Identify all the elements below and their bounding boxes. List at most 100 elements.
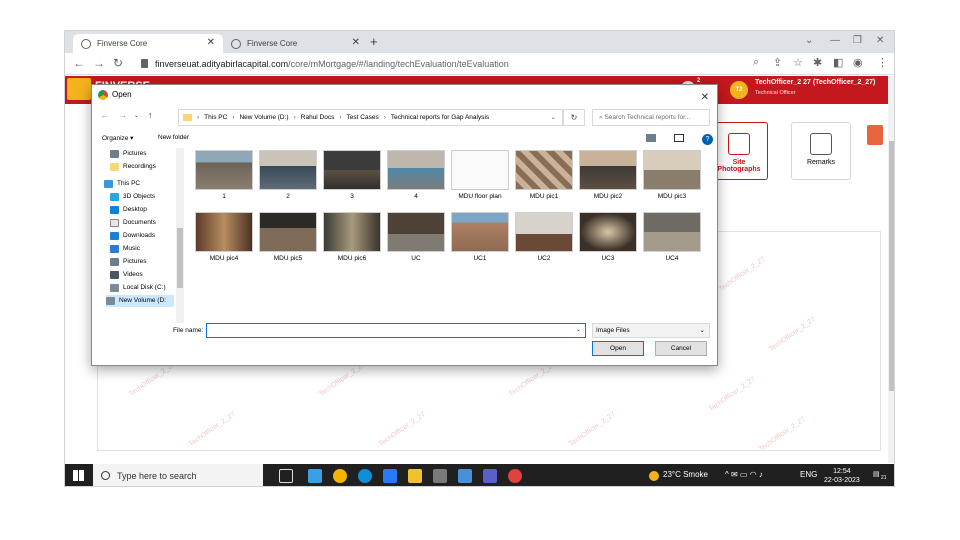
file-item[interactable]: MDU pic2: [576, 150, 640, 200]
back-button[interactable]: ←: [73, 56, 85, 70]
forward-button[interactable]: →: [93, 56, 105, 70]
file-item[interactable]: MDU pic1: [512, 150, 576, 200]
site-photographs-card[interactable]: Site Photographs: [710, 122, 768, 180]
reload-button[interactable]: ↻: [113, 56, 123, 70]
organize-button[interactable]: Organize ▾: [102, 134, 133, 142]
windows-start-icon[interactable]: [73, 470, 84, 481]
restore-button[interactable]: ❐: [853, 35, 862, 46]
cancel-button[interactable]: Cancel: [655, 341, 707, 356]
share-icon[interactable]: ⇪: [773, 56, 782, 69]
profile-icon[interactable]: ◉: [853, 56, 863, 69]
forward-arrow-icon[interactable]: →: [118, 110, 127, 120]
preview-pane-icon[interactable]: [674, 134, 684, 142]
file-item[interactable]: UC2: [512, 212, 576, 262]
file-item[interactable]: UC1: [448, 212, 512, 262]
tree-item-videos[interactable]: Videos: [110, 269, 143, 281]
chevron-down-icon[interactable]: ⌄: [551, 110, 556, 125]
tree-item-music[interactable]: Music: [110, 243, 140, 255]
close-tab-icon[interactable]: ✕: [352, 37, 360, 48]
open-button[interactable]: Open: [592, 341, 644, 356]
app-icon[interactable]: [308, 469, 322, 483]
refresh-button[interactable]: ↻: [563, 109, 585, 126]
file-item[interactable]: UC3: [576, 212, 640, 262]
weather-icon[interactable]: [649, 471, 659, 481]
side-panel-toggle-button[interactable]: [867, 125, 883, 145]
back-arrow-icon[interactable]: ←: [100, 110, 109, 120]
bookmark-star-icon[interactable]: ☆: [793, 56, 803, 69]
new-folder-button[interactable]: New folder: [158, 134, 189, 141]
app-icon[interactable]: [458, 469, 472, 483]
file-item[interactable]: 4: [384, 150, 448, 200]
file-name-label: File name:: [173, 327, 204, 334]
breadcrumb[interactable]: › This PC › New Volume (D:) › Rahul Docs › T…: [178, 109, 563, 126]
tab-finverse-core-1[interactable]: Finverse Core ✕: [73, 34, 223, 53]
tree-item-desktop[interactable]: Desktop: [110, 204, 147, 216]
dialog-close-button[interactable]: ✕: [701, 88, 709, 108]
tree-item-recordings[interactable]: Recordings: [110, 161, 156, 173]
new-tab-button[interactable]: +: [370, 34, 378, 49]
file-item[interactable]: MDU pic3: [640, 150, 704, 200]
file-type-select[interactable]: Image Files ⌄: [592, 323, 710, 338]
change-view-icon[interactable]: [646, 134, 656, 142]
file-item[interactable]: UC4: [640, 212, 704, 262]
tree-item-local-disk-c[interactable]: Local Disk (C:): [110, 282, 166, 294]
tree-item-documents[interactable]: Documents: [110, 217, 156, 229]
breadcrumb-item[interactable]: This PC: [204, 110, 227, 125]
app-icon[interactable]: [508, 469, 522, 483]
calculator-icon[interactable]: [433, 469, 447, 483]
file-item[interactable]: MDU floor plan: [448, 150, 512, 200]
file-explorer-icon[interactable]: [408, 469, 422, 483]
file-label: MDU pic1: [529, 193, 559, 200]
dialog-search-input[interactable]: ⌕ Search Technical reports for...: [592, 109, 710, 126]
page-scrollbar[interactable]: [888, 76, 894, 463]
breadcrumb-item[interactable]: Test Cases: [347, 110, 379, 125]
teams-icon[interactable]: [483, 469, 497, 483]
weather-text[interactable]: 23°C Smoke: [663, 470, 708, 479]
task-view-icon[interactable]: [279, 469, 293, 483]
clock[interactable]: 12:54 22-03-2023: [824, 467, 860, 485]
close-window-button[interactable]: ✕: [876, 35, 884, 46]
file-item[interactable]: MDU pic6: [320, 212, 384, 262]
tray-icons[interactable]: ^ ✉ ▭ ◠ ♪: [725, 470, 763, 479]
ie-icon[interactable]: [383, 469, 397, 483]
file-name-input[interactable]: ⌄: [206, 323, 586, 338]
tree-item-this-pc[interactable]: This PC: [104, 178, 140, 190]
breadcrumb-item[interactable]: Rahul Docs: [301, 110, 335, 125]
language-indicator[interactable]: ENG: [800, 470, 817, 479]
tree-item-new-volume-d[interactable]: New Volume (D:: [106, 295, 174, 307]
file-item[interactable]: 1: [192, 150, 256, 200]
tree-item-3d-objects[interactable]: 3D Objects: [110, 191, 155, 203]
breadcrumb-item[interactable]: Technical reports for Gap Analysis: [391, 110, 489, 125]
user-name[interactable]: TechOfficer_2 27 (TechOfficer_2_27): [755, 79, 875, 86]
up-arrow-icon[interactable]: ↑: [148, 110, 153, 120]
chrome-taskbar-icon[interactable]: [333, 469, 347, 483]
file-item[interactable]: 3: [320, 150, 384, 200]
edge-icon[interactable]: [358, 469, 372, 483]
minimize-button[interactable]: —: [830, 35, 840, 46]
tree-item-pictures[interactable]: Pictures: [110, 148, 146, 160]
url-field[interactable]: finverseuat.adityabirlacapital.com/core/…: [137, 55, 747, 73]
tab-search-icon[interactable]: ⌄: [805, 35, 813, 46]
file-item[interactable]: 2: [256, 150, 320, 200]
zoom-icon[interactable]: ⌕: [753, 56, 759, 69]
close-tab-icon[interactable]: ✕: [207, 37, 215, 48]
file-item[interactable]: MDU pic5: [256, 212, 320, 262]
menu-kebab-icon[interactable]: ⋮: [877, 56, 888, 69]
tree-item-pictures-2[interactable]: Pictures: [110, 256, 146, 268]
breadcrumb-item[interactable]: New Volume (D:): [239, 110, 288, 125]
avatar[interactable]: T2: [730, 81, 748, 99]
notification-center-icon[interactable]: ▤: [873, 470, 880, 478]
recent-chevron-icon[interactable]: ⌄: [134, 112, 139, 119]
chevron-down-icon[interactable]: ⌄: [576, 326, 581, 333]
tab-finverse-core-2[interactable]: Finverse Core ✕: [223, 34, 368, 53]
sidepanel-icon[interactable]: ◧: [833, 56, 843, 69]
tree-scrollbar[interactable]: [176, 148, 184, 323]
browser-window: Finverse Core ✕ Finverse Core ✕ + ⌄ — ❐ …: [64, 30, 895, 487]
remarks-card[interactable]: Remarks: [791, 122, 851, 180]
extensions-icon[interactable]: ✱: [813, 56, 822, 69]
file-item[interactable]: UC: [384, 212, 448, 262]
file-item[interactable]: MDU pic4: [192, 212, 256, 262]
tree-item-downloads[interactable]: Downloads: [110, 230, 155, 242]
help-icon[interactable]: ?: [702, 134, 713, 145]
taskbar-search-input[interactable]: Type here to search: [93, 464, 263, 486]
